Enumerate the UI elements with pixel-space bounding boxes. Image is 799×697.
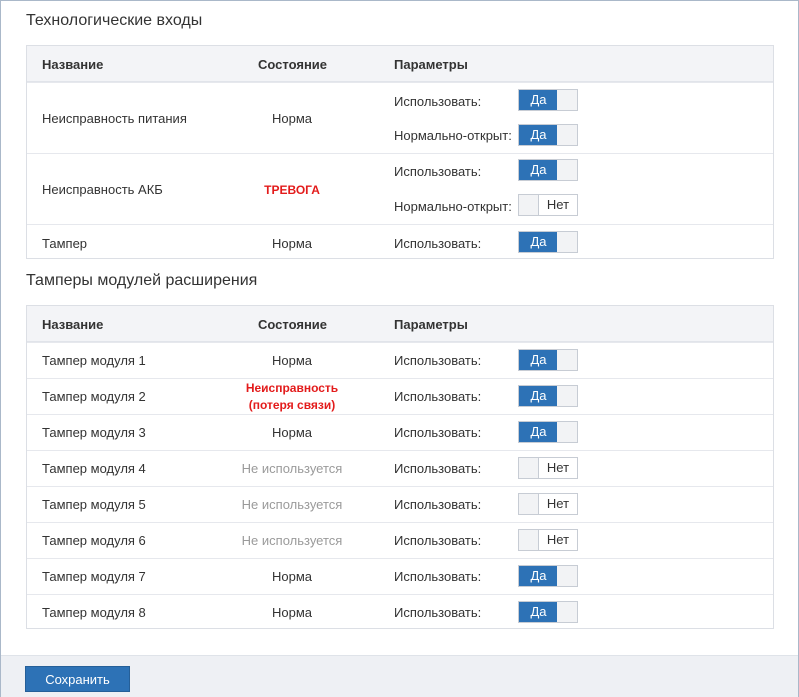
normally-open-toggle[interactable]: Да: [518, 124, 578, 146]
row-name: Тампер модуля 4: [42, 461, 146, 476]
table-header: Название Состояние Параметры: [27, 306, 773, 342]
row-name: Тампер: [42, 236, 88, 251]
table-row: Неисправность АКБ ТРЕВОГА Использовать: …: [27, 153, 773, 224]
use-toggle[interactable]: Нет: [518, 529, 578, 551]
header-name: Название: [42, 317, 104, 332]
use-toggle[interactable]: Да: [518, 385, 578, 407]
use-toggle[interactable]: Нет: [518, 493, 578, 515]
use-toggle[interactable]: Да: [518, 159, 578, 181]
row-state: Норма: [271, 425, 312, 440]
row-state-fault: Неисправность (потеря связи): [245, 381, 339, 412]
row-name: Неисправность питания: [42, 111, 187, 126]
param-label: Нормально-открыт:: [394, 128, 512, 143]
table-row: Тампер модуля 5 Не используется Использо…: [27, 486, 773, 522]
row-state: Не используется: [241, 497, 343, 512]
row-name: Тампер модуля 2: [42, 389, 146, 404]
param-label: Использовать:: [394, 425, 482, 440]
header-state: Состояние: [258, 317, 328, 332]
row-state: Норма: [271, 605, 312, 620]
param-label: Нормально-открыт:: [394, 199, 512, 214]
table-row: Тампер модуля 3 Норма Использовать: Да: [27, 414, 773, 450]
header-name: Название: [42, 57, 104, 72]
table-row: Тампер модуля 1 Норма Использовать: Да: [27, 342, 773, 378]
row-name: Тампер модуля 8: [42, 605, 146, 620]
param-label: Использовать:: [394, 164, 482, 179]
param-label: Использовать:: [394, 533, 482, 548]
row-state: Не используется: [241, 533, 343, 548]
param-label: Использовать:: [394, 569, 482, 584]
row-state: Норма: [271, 111, 312, 126]
table-header: Название Состояние Параметры: [27, 46, 773, 82]
row-name: Тампер модуля 1: [42, 353, 146, 368]
row-state: Норма: [271, 353, 312, 368]
param-label: Использовать:: [394, 236, 482, 251]
table-row: Неисправность питания Норма Использовать…: [27, 82, 773, 153]
header-params: Параметры: [394, 317, 468, 332]
param-label: Использовать:: [394, 353, 482, 368]
row-state: Не используется: [241, 461, 343, 476]
save-button[interactable]: Сохранить: [25, 666, 130, 692]
section-title-expansion-tampers: Тамперы модулей расширения: [26, 272, 258, 289]
use-toggle[interactable]: Да: [518, 421, 578, 443]
use-toggle[interactable]: Да: [518, 565, 578, 587]
section-title-tech-inputs: Технологические входы: [26, 12, 203, 29]
table-row: Тампер Норма Использовать: Да: [27, 224, 773, 260]
normally-open-toggle[interactable]: Нет: [518, 194, 578, 216]
footer-bar: Сохранить: [1, 655, 798, 697]
table-row: Тампер модуля 2 Неисправность (потеря свя…: [27, 378, 773, 414]
row-name: Тампер модуля 6: [42, 533, 146, 548]
param-label: Использовать:: [394, 497, 482, 512]
expansion-tampers-table: Название Состояние Параметры Тампер моду…: [26, 305, 774, 629]
param-label: Использовать:: [394, 94, 482, 109]
window-frame: Технологические входы Название Состояние…: [0, 0, 799, 697]
param-label: Использовать:: [394, 389, 482, 404]
row-name: Тампер модуля 5: [42, 497, 146, 512]
table-row: Тампер модуля 4 Не используется Использо…: [27, 450, 773, 486]
tech-inputs-table: Название Состояние Параметры Неисправнос…: [26, 45, 774, 259]
header-state: Состояние: [258, 57, 328, 72]
row-state: Норма: [271, 236, 312, 251]
row-state: Норма: [271, 569, 312, 584]
table-row: Тампер модуля 6 Не используется Использо…: [27, 522, 773, 558]
use-toggle[interactable]: Нет: [518, 457, 578, 479]
table-row: Тампер модуля 8 Норма Использовать: Да: [27, 594, 773, 630]
use-toggle[interactable]: Да: [518, 601, 578, 623]
param-label: Использовать:: [394, 461, 482, 476]
use-toggle[interactable]: Да: [518, 349, 578, 371]
row-name: Неисправность АКБ: [42, 182, 163, 197]
param-label: Использовать:: [394, 605, 482, 620]
header-params: Параметры: [394, 57, 468, 72]
use-toggle[interactable]: Да: [518, 89, 578, 111]
table-row: Тампер модуля 7 Норма Использовать: Да: [27, 558, 773, 594]
row-name: Тампер модуля 7: [42, 569, 146, 584]
row-name: Тампер модуля 3: [42, 425, 146, 440]
row-state-alarm: ТРЕВОГА: [264, 183, 320, 197]
use-toggle[interactable]: Да: [518, 231, 578, 253]
